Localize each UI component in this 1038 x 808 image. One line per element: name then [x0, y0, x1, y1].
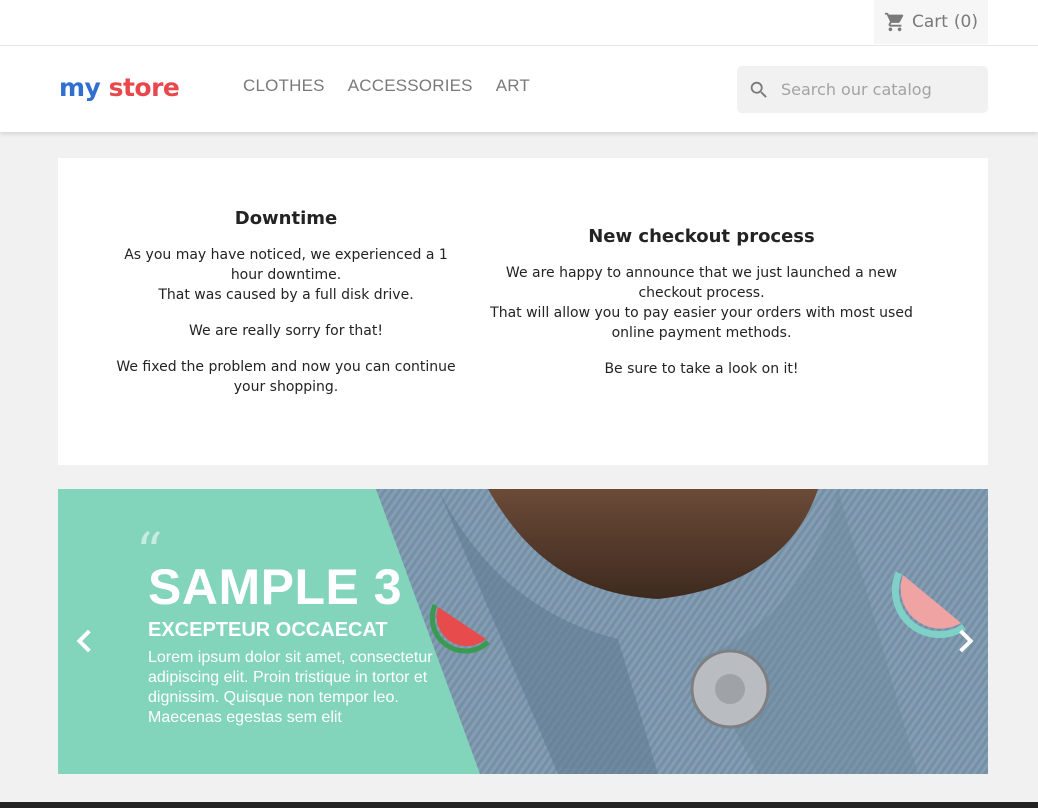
news-line: As you may have noticed, we experienced … [124, 247, 448, 283]
slide-description: Lorem ipsum dolor sit amet, consectetur … [148, 649, 433, 726]
header: my store CLOTHES ACCESSORIES ART [0, 46, 1038, 132]
logo-my: my [59, 73, 101, 102]
chevron-right-icon[interactable] [950, 625, 980, 657]
news-downtime: Downtime As you may have noticed, we exp… [106, 207, 466, 413]
news-paragraph: We are really sorry for that! [189, 323, 383, 339]
cart-icon [884, 12, 904, 32]
slide-title: SAMPLE 3 [148, 559, 403, 615]
search-box [737, 66, 988, 113]
search-icon[interactable] [748, 79, 770, 101]
cart-count: (0) [953, 12, 979, 32]
search-input[interactable] [779, 79, 983, 100]
news-paragraph: We fixed the problem and now you can con… [116, 359, 456, 395]
news-line: That was caused by a full disk drive. [158, 287, 414, 303]
news-line: That will allow you to pay easier your o… [490, 305, 913, 341]
news-block: Downtime As you may have noticed, we exp… [58, 158, 988, 465]
nav-item-accessories[interactable]: ACCESSORIES [348, 76, 473, 96]
news-paragraph: Be sure to take a look on it! [604, 361, 799, 377]
cart-label: Cart [911, 12, 948, 32]
news-paragraph: We are happy to announce that we just la… [478, 263, 925, 343]
news-checkout: New checkout process We are happy to ann… [478, 225, 925, 395]
store-logo[interactable]: my store [59, 73, 180, 103]
news-title: Downtime [234, 208, 338, 229]
footer-strip [0, 802, 1038, 808]
logo-store: store [108, 73, 180, 102]
main-nav: CLOTHES ACCESSORIES ART [243, 76, 530, 96]
slide-caption: SAMPLE 3 EXCEPTEUR OCCAECAT Lorem ipsum … [148, 559, 466, 728]
chevron-left-icon[interactable] [70, 625, 100, 657]
slide-subtitle: EXCEPTEUR OCCAECAT [148, 619, 388, 641]
nav-item-clothes[interactable]: CLOTHES [243, 76, 325, 96]
nav-item-art[interactable]: ART [496, 76, 530, 96]
news-title: New checkout process [588, 226, 815, 247]
top-bar: Cart (0) [0, 0, 1038, 46]
cart-button[interactable]: Cart (0) [874, 0, 988, 44]
news-paragraph: As you may have noticed, we experienced … [106, 245, 466, 305]
news-line: We are happy to announce that we just la… [505, 265, 898, 301]
image-slider: “ SAMPLE 3 EXCEPTEUR OCCAECAT Lorem ipsu… [58, 489, 988, 774]
